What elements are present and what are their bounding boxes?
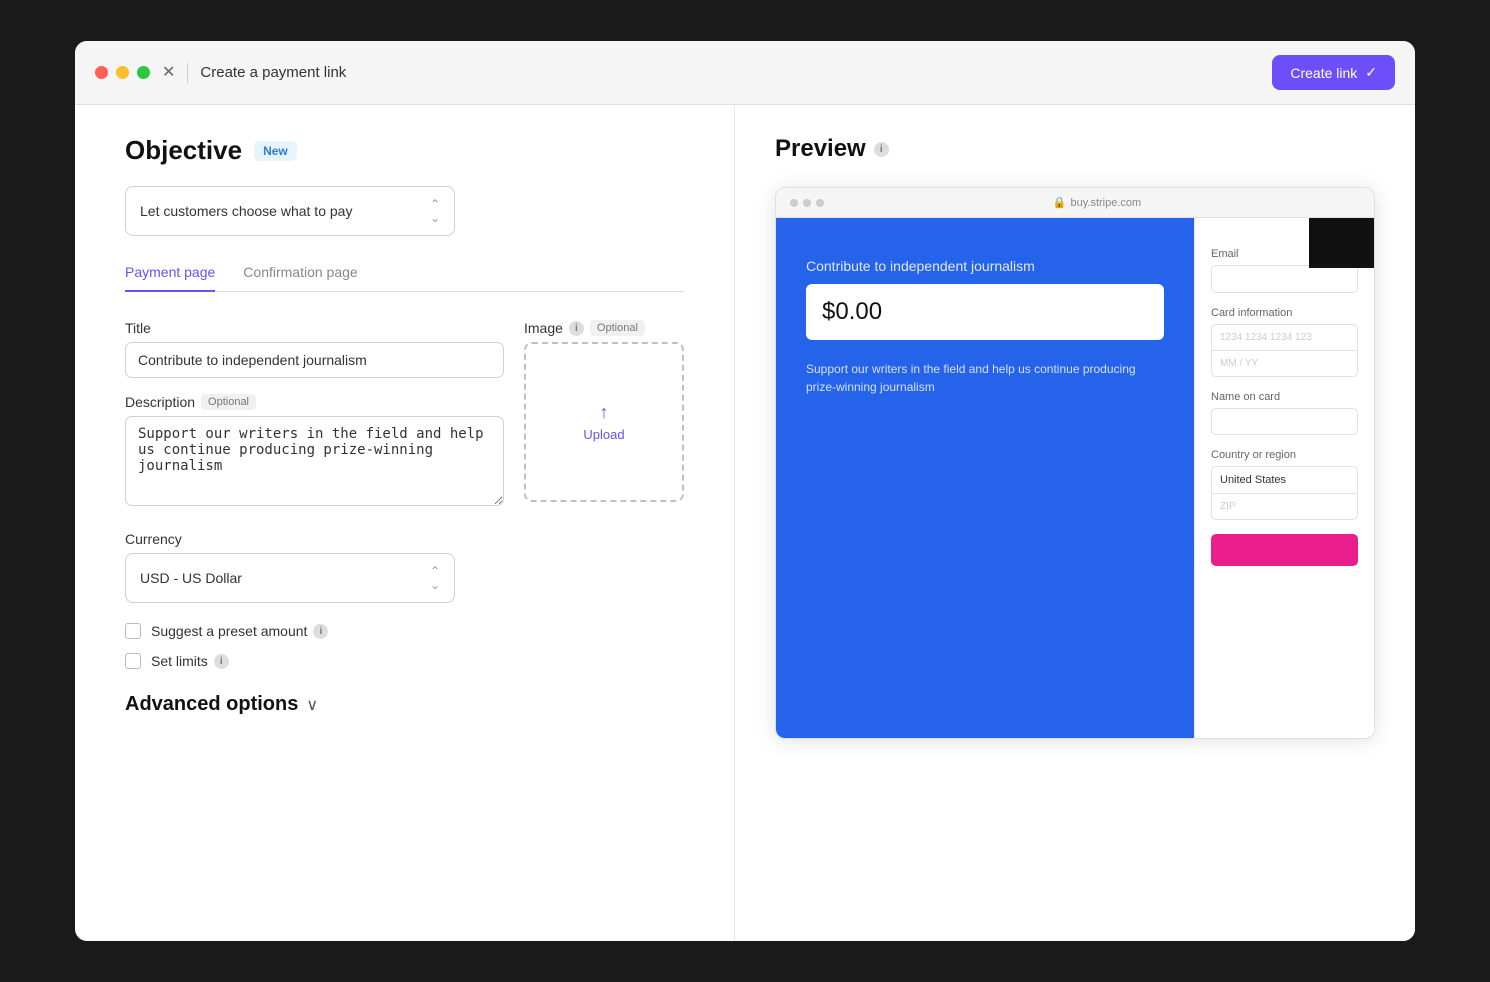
description-label: Description Optional: [125, 394, 504, 410]
preview-info-icon[interactable]: i: [874, 142, 889, 157]
currency-chevron-icon: ⌃⌄: [430, 564, 440, 592]
suggest-preset-row: Suggest a preset amount i: [125, 623, 684, 639]
window-title: Create a payment link: [200, 64, 346, 81]
set-limits-info-icon[interactable]: i: [214, 654, 229, 669]
suggest-preset-checkbox[interactable]: [125, 623, 141, 639]
traffic-light-yellow[interactable]: [116, 66, 129, 79]
browser-bar: 🔒 buy.stripe.com: [776, 188, 1374, 218]
objective-dropdown[interactable]: Let customers choose what to pay ⌃⌄: [125, 186, 455, 236]
preview-right-section: Email Card information 1234 1234 1234 12…: [1194, 218, 1374, 738]
description-textarea[interactable]: Support our writers in the field and hel…: [125, 416, 504, 506]
advanced-chevron-icon: ∨: [306, 695, 318, 715]
title-bar: ✕ Create a payment link Create link ✓: [75, 41, 1415, 105]
preview-payment-title: Contribute to independent journalism: [806, 258, 1164, 274]
divider: [187, 63, 188, 83]
tab-confirmation-page[interactable]: Confirmation page: [243, 264, 357, 292]
tabs-row: Payment page Confirmation page: [125, 264, 684, 292]
lock-icon: 🔒: [1053, 196, 1067, 209]
objective-header: Objective New: [125, 135, 684, 166]
browser-frame: 🔒 buy.stripe.com Contribute to independe…: [775, 187, 1375, 739]
upload-area[interactable]: ↑ Upload: [524, 342, 684, 502]
suggest-preset-label: Suggest a preset amount i: [151, 623, 328, 639]
title-input[interactable]: [125, 342, 504, 378]
close-icon[interactable]: ✕: [162, 65, 175, 81]
right-panel: Preview i 🔒 buy.stripe.com: [735, 105, 1415, 941]
preview-description: Support our writers in the field and hel…: [806, 360, 1164, 396]
set-limits-checkbox[interactable]: [125, 653, 141, 669]
objective-title: Objective: [125, 135, 242, 166]
set-limits-label: Set limits i: [151, 653, 229, 669]
create-link-button[interactable]: Create link ✓: [1272, 55, 1395, 90]
chevron-updown-icon: ⌃⌄: [430, 197, 440, 225]
image-info-icon[interactable]: i: [569, 321, 584, 336]
currency-value: USD - US Dollar: [140, 570, 242, 586]
preview-amount-placeholder: $0.00: [822, 298, 882, 325]
preview-card-date: MM / YY: [1211, 351, 1358, 377]
upload-label: Upload: [583, 427, 624, 442]
mac-window: ✕ Create a payment link Create link ✓ Ob…: [75, 41, 1415, 941]
preview-name-on-card-label: Name on card: [1211, 391, 1358, 403]
preview-blue-section: Contribute to independent journalism $0.…: [776, 218, 1194, 738]
create-link-label: Create link: [1290, 65, 1357, 81]
preview-amount-box: $0.00: [806, 284, 1164, 340]
left-panel: Objective New Let customers choose what …: [75, 105, 735, 941]
browser-dot-3: [816, 199, 824, 207]
title-label: Title: [125, 320, 504, 336]
preview-title-row: Preview i: [775, 135, 1375, 163]
preview-card-number: 1234 1234 1234 123: [1211, 324, 1358, 351]
browser-dots: [790, 199, 824, 207]
upload-arrow-icon: ↑: [600, 402, 609, 423]
new-badge: New: [254, 141, 297, 161]
currency-section: Currency USD - US Dollar ⌃⌄: [125, 531, 684, 603]
image-optional-badge: Optional: [590, 320, 645, 336]
tab-payment-page[interactable]: Payment page: [125, 264, 215, 292]
form-right: Image i Optional ↑ Upload: [524, 320, 684, 511]
description-optional-badge: Optional: [201, 394, 256, 410]
form-section: Title Description Optional Support our w…: [125, 320, 684, 511]
advanced-options-section[interactable]: Advanced options ∨: [125, 693, 684, 716]
preview-name-on-card-box: [1211, 408, 1358, 435]
browser-url: 🔒 buy.stripe.com: [1053, 196, 1141, 209]
browser-dot-2: [803, 199, 811, 207]
preview-zip-box: ZIP: [1211, 494, 1358, 520]
traffic-light-red[interactable]: [95, 66, 108, 79]
preview-pay-button: [1211, 534, 1358, 566]
traffic-light-green[interactable]: [137, 66, 150, 79]
image-label: Image i Optional: [524, 320, 684, 336]
traffic-lights: [95, 66, 150, 79]
preview-card-info-label: Card information: [1211, 307, 1358, 319]
suggest-preset-info-icon[interactable]: i: [313, 624, 328, 639]
currency-label: Currency: [125, 531, 684, 547]
objective-dropdown-label: Let customers choose what to pay: [140, 203, 352, 219]
browser-dot-1: [790, 199, 798, 207]
browser-content-wrapper: Contribute to independent journalism $0.…: [776, 218, 1374, 738]
preview-title: Preview: [775, 135, 866, 163]
currency-dropdown[interactable]: USD - US Dollar ⌃⌄: [125, 553, 455, 603]
preview-email-field: [1211, 265, 1358, 293]
set-limits-row: Set limits i: [125, 653, 684, 669]
browser-url-text: buy.stripe.com: [1070, 197, 1141, 209]
header-left: ✕ Create a payment link: [95, 63, 346, 83]
content-area: Objective New Let customers choose what …: [75, 105, 1415, 941]
browser-content: Contribute to independent journalism $0.…: [776, 218, 1374, 738]
advanced-label: Advanced options: [125, 693, 298, 716]
preview-country-value: United States: [1211, 466, 1358, 494]
preview-black-bar: [1309, 218, 1374, 268]
form-left: Title Description Optional Support our w…: [125, 320, 504, 511]
preview-country-label: Country or region: [1211, 449, 1358, 461]
create-link-check-icon: ✓: [1365, 64, 1377, 81]
